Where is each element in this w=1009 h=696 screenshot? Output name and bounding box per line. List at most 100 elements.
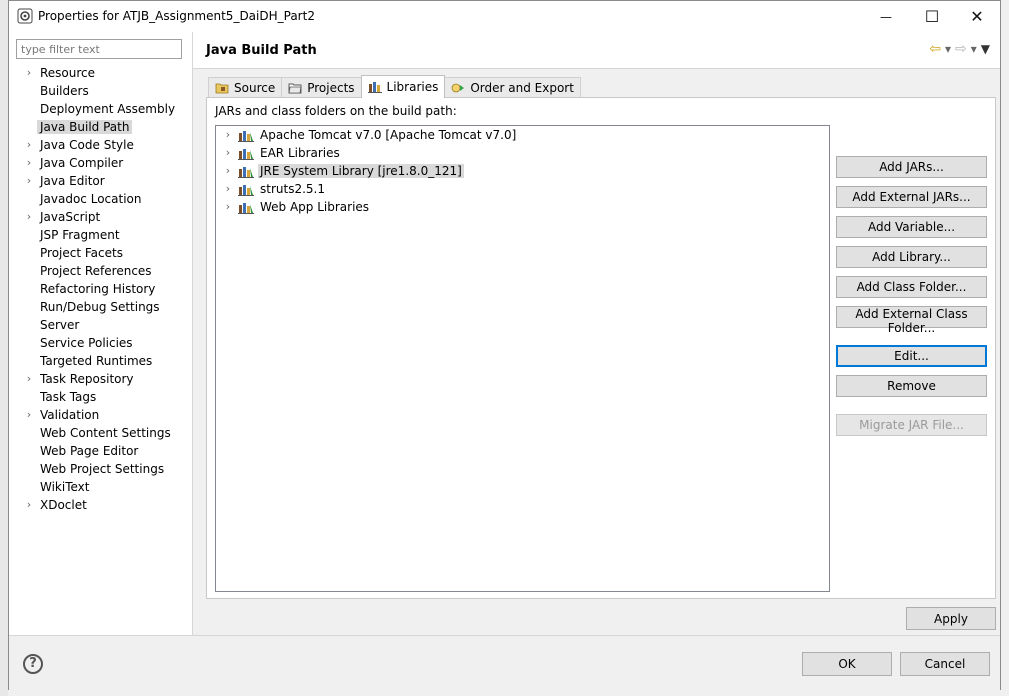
tab-libraries[interactable]: Libraries <box>360 75 446 98</box>
tree-item[interactable]: Web Content Settings <box>9 424 192 442</box>
cancel-button[interactable]: Cancel <box>900 652 990 676</box>
library-icon <box>238 149 254 160</box>
edit-button[interactable]: Edit... <box>836 345 987 367</box>
ok-button[interactable]: OK <box>802 652 892 676</box>
tree-item-label: Project Facets <box>40 246 123 260</box>
chevron-right-icon[interactable]: › <box>23 208 35 226</box>
add-variable-button[interactable]: Add Variable... <box>836 216 987 238</box>
apply-button[interactable]: Apply <box>906 607 996 630</box>
tab-order-and-export-label: Order and Export <box>470 81 574 95</box>
library-icon <box>238 167 254 178</box>
library-entry[interactable]: › JRE System Library [jre1.8.0_121] <box>216 162 829 180</box>
tree-item[interactable]: Refactoring History <box>9 280 192 298</box>
tree-item[interactable]: › Java Compiler <box>9 154 192 172</box>
tree-item[interactable]: Server <box>9 316 192 334</box>
order-export-icon <box>451 83 465 93</box>
library-entry[interactable]: › struts2.5.1 <box>216 180 829 198</box>
chevron-right-icon[interactable]: › <box>222 126 234 144</box>
tree-item[interactable]: Run/Debug Settings <box>9 298 192 316</box>
migrate-jar-button[interactable]: Migrate JAR File... <box>836 414 987 436</box>
add-external-jars-button[interactable]: Add External JARs... <box>836 186 987 208</box>
back-arrow-icon[interactable]: ⇦ <box>929 41 941 57</box>
chevron-right-icon[interactable]: › <box>222 180 234 198</box>
chevron-right-icon[interactable]: › <box>222 162 234 180</box>
dialog-button-bar: ? OK Cancel <box>9 635 1000 690</box>
tree-item[interactable]: › Validation <box>9 406 192 424</box>
chevron-right-icon[interactable]: › <box>222 144 234 162</box>
tab-projects-label: Projects <box>307 81 355 95</box>
forward-menu-chevron-icon[interactable]: ▾ <box>971 42 977 56</box>
maximize-button[interactable]: ☐ <box>909 1 955 32</box>
tree-item-label: Deployment Assembly <box>40 102 176 116</box>
tree-item[interactable]: WikiText <box>9 478 192 496</box>
remove-button[interactable]: Remove <box>836 375 987 397</box>
tree-item[interactable]: › Resource <box>9 64 192 82</box>
tree-item[interactable]: JSP Fragment <box>9 226 192 244</box>
page-header: Java Build Path ⇦ ▾ ⇨ ▾ ▼ <box>193 32 1000 69</box>
source-folder-icon <box>215 83 229 94</box>
tab-source[interactable]: Source <box>208 77 283 98</box>
title-bar: Properties for ATJB_Assignment5_DaiDH_Pa… <box>9 1 1000 32</box>
chevron-right-icon[interactable]: › <box>23 406 35 424</box>
tree-item[interactable]: Java Build Path <box>9 118 192 136</box>
library-tree[interactable]: › Apache Tomcat v7.0 [Apache Tomcat v7.0]… <box>215 125 830 592</box>
minimize-icon: — <box>880 9 892 24</box>
tree-item[interactable]: Task Tags <box>9 388 192 406</box>
tree-item-label: JSP Fragment <box>40 228 120 242</box>
tree-item-label: Builders <box>40 84 89 98</box>
tree-item[interactable]: Web Page Editor <box>9 442 192 460</box>
tree-item[interactable]: Project References <box>9 262 192 280</box>
chevron-right-icon[interactable]: › <box>23 136 35 154</box>
back-menu-chevron-icon[interactable]: ▾ <box>945 42 951 56</box>
tree-item[interactable]: Deployment Assembly <box>9 100 192 118</box>
tree-item[interactable]: › JavaScript <box>9 208 192 226</box>
chevron-right-icon[interactable]: › <box>23 64 35 82</box>
tree-item-label: Java Editor <box>40 174 105 188</box>
tab-projects[interactable]: Projects <box>281 77 362 98</box>
minimize-button[interactable]: — <box>863 1 909 32</box>
tree-item[interactable]: › Java Editor <box>9 172 192 190</box>
add-class-folder-button[interactable]: Add Class Folder... <box>836 276 987 298</box>
add-external-class-folder-button[interactable]: Add External Class Folder... <box>836 306 987 335</box>
tree-item[interactable]: Builders <box>9 82 192 100</box>
preference-tree: › Resource Builders Deployment Assembly Java… <box>9 64 192 514</box>
forward-arrow-icon[interactable]: ⇨ <box>955 41 967 57</box>
library-entry-label: Apache Tomcat v7.0 [Apache Tomcat v7.0] <box>260 128 517 142</box>
chevron-right-icon[interactable]: › <box>23 370 35 388</box>
library-entry[interactable]: › Apache Tomcat v7.0 [Apache Tomcat v7.0] <box>216 126 829 144</box>
view-menu-icon[interactable]: ▼ <box>981 42 990 56</box>
tab-source-label: Source <box>234 81 276 95</box>
tree-item-label: Javadoc Location <box>40 192 142 206</box>
tree-item[interactable]: › XDoclet <box>9 496 192 514</box>
chevron-right-icon[interactable]: › <box>222 198 234 216</box>
library-entry[interactable]: › Web App Libraries <box>216 198 829 216</box>
help-icon[interactable]: ? <box>23 654 43 674</box>
library-entry[interactable]: › EAR Libraries <box>216 144 829 162</box>
library-icon <box>238 203 254 214</box>
tree-item-label: Service Policies <box>40 336 133 350</box>
libraries-icon <box>367 82 382 93</box>
history-nav: ⇦ ▾ ⇨ ▾ ▼ <box>929 41 990 57</box>
projects-folder-icon <box>288 83 302 94</box>
page-title: Java Build Path <box>206 43 317 58</box>
close-button[interactable]: ✕ <box>954 1 1000 32</box>
tree-item[interactable]: › Java Code Style <box>9 136 192 154</box>
tree-item[interactable]: Targeted Runtimes <box>9 352 192 370</box>
tree-item-label: WikiText <box>40 480 90 494</box>
tree-item[interactable]: › Task Repository <box>9 370 192 388</box>
tree-item-label: Web Project Settings <box>40 462 165 476</box>
tab-order-and-export[interactable]: Order and Export <box>444 77 581 98</box>
library-entry-label: JRE System Library [jre1.8.0_121] <box>258 164 464 178</box>
add-library-button[interactable]: Add Library... <box>836 246 987 268</box>
add-jars-button[interactable]: Add JARs... <box>836 156 987 178</box>
preference-tree-pane: › Resource Builders Deployment Assembly Java… <box>9 32 193 635</box>
tree-item[interactable]: Service Policies <box>9 334 192 352</box>
chevron-right-icon[interactable]: › <box>23 496 35 514</box>
tree-item[interactable]: Javadoc Location <box>9 190 192 208</box>
filter-input[interactable] <box>16 39 182 59</box>
chevron-right-icon[interactable]: › <box>23 172 35 190</box>
tree-item-label: Server <box>40 318 80 332</box>
tree-item[interactable]: Project Facets <box>9 244 192 262</box>
chevron-right-icon[interactable]: › <box>23 154 35 172</box>
tree-item[interactable]: Web Project Settings <box>9 460 192 478</box>
